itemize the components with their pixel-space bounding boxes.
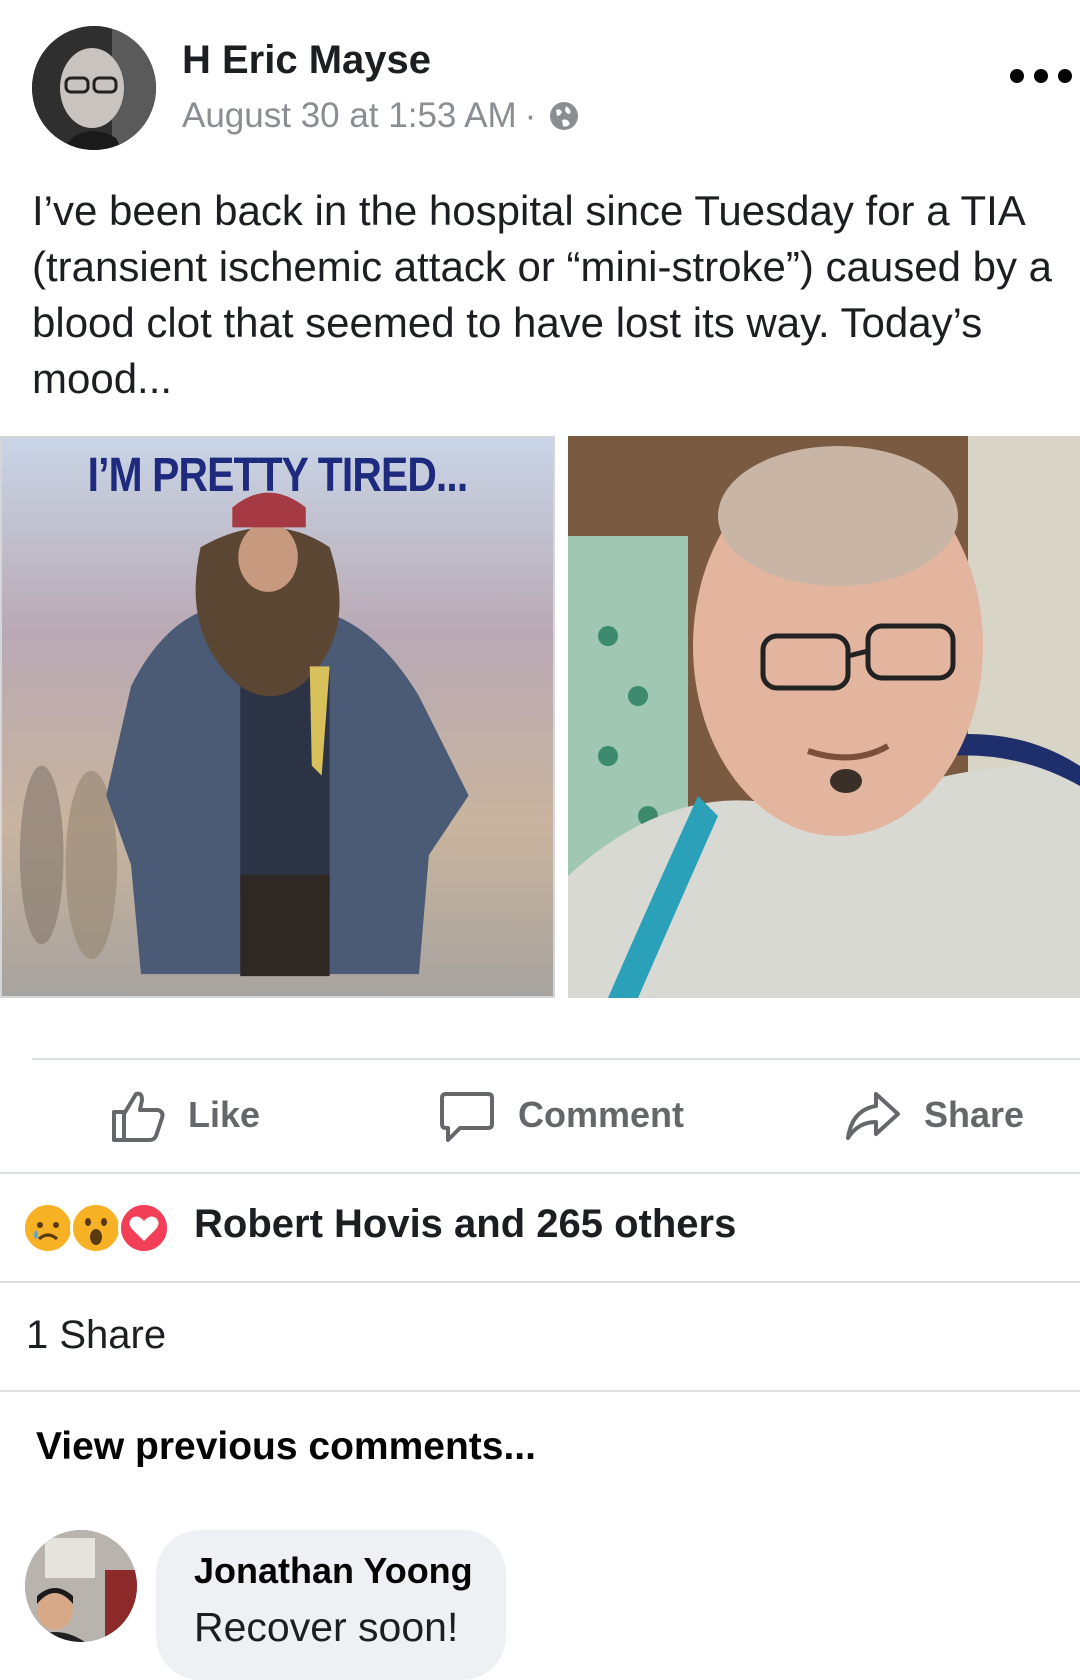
divider <box>32 1058 1080 1060</box>
author-name[interactable]: H Eric Mayse <box>182 38 431 83</box>
more-options-icon[interactable] <box>1010 56 1072 96</box>
sad-reaction-icon <box>22 1202 74 1254</box>
like-label: Like <box>188 1094 261 1135</box>
divider <box>0 1390 1080 1392</box>
like-button[interactable]: Like <box>108 1085 260 1145</box>
comment-button[interactable]: Comment <box>438 1085 684 1145</box>
comment-text: Recover soon! <box>194 1604 459 1650</box>
reaction-summary[interactable]: Robert Hovis and 265 others <box>194 1202 736 1247</box>
commenter-avatar[interactable] <box>25 1530 137 1642</box>
meme-image-graphic <box>2 438 553 996</box>
comment-icon <box>440 1092 494 1142</box>
meta-separator: · <box>524 96 537 135</box>
view-previous-comments-link[interactable]: View previous comments... <box>36 1425 536 1469</box>
globe-icon <box>550 102 579 130</box>
divider <box>0 1172 1080 1174</box>
reaction-icons[interactable] <box>22 1198 170 1258</box>
meme-caption: I’M PRETTY TIRED... <box>87 449 469 502</box>
selfie-image[interactable] <box>568 436 1080 998</box>
share-button[interactable]: Share <box>844 1085 1024 1145</box>
meme-image[interactable] <box>0 436 555 998</box>
divider <box>0 1281 1080 1283</box>
commenter-avatar-image <box>25 1530 137 1642</box>
post-text: I’ve been back in the hospital since Tue… <box>32 187 1052 402</box>
share-arrow-icon <box>846 1092 900 1140</box>
wow-reaction-icon <box>70 1202 122 1254</box>
share-count[interactable]: 1 Share <box>26 1313 166 1358</box>
more-dot <box>1010 69 1024 83</box>
author-avatar-image <box>32 26 156 150</box>
post-timestamp[interactable]: August 30 at 1:53 AM <box>182 96 517 136</box>
selfie-image-graphic <box>568 436 1080 998</box>
comment-label: Comment <box>518 1094 685 1135</box>
share-label: Share <box>924 1094 1025 1135</box>
comment-author[interactable]: Jonathan Yoong <box>194 1550 473 1592</box>
love-reaction-icon <box>118 1202 170 1254</box>
author-avatar[interactable] <box>32 26 156 150</box>
more-dot <box>1058 69 1072 83</box>
thumbs-up-icon <box>112 1091 165 1142</box>
more-dot <box>1034 69 1048 83</box>
post-meta: August 30 at 1:53 AM · <box>182 96 580 136</box>
